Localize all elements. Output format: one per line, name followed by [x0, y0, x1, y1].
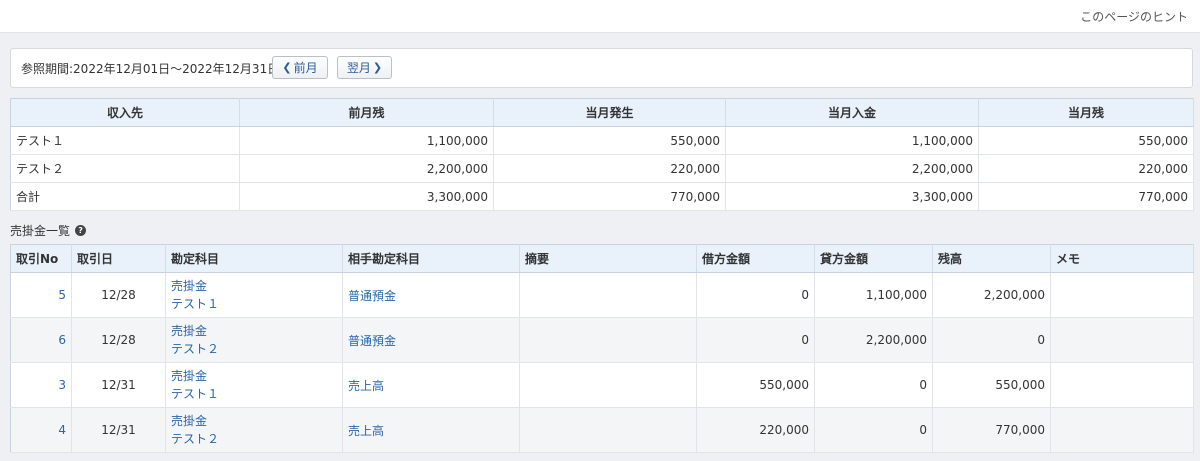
credit-amount: 0 — [814, 407, 933, 453]
summary-cell: 2,200,000 — [725, 154, 979, 183]
ledger-title: 売掛金一覧 — [10, 224, 71, 238]
transaction-no-link[interactable]: 4 — [58, 423, 66, 437]
chevron-left-icon: ❮ — [282, 61, 292, 74]
transaction-no-link[interactable]: 5 — [58, 288, 66, 302]
next-month-button[interactable]: 翌月 ❯ — [337, 56, 392, 79]
period-panel: 参照期間:2022年12月01日～2022年12月31日 ❮ 前月 翌月 ❯ — [10, 48, 1193, 88]
account-link[interactable]: 売掛金 — [171, 322, 337, 340]
transaction-no-link[interactable]: 3 — [58, 378, 66, 392]
column-header: 当月入金 — [725, 98, 979, 127]
debit-amount: 0 — [696, 272, 815, 318]
summary-cell: テスト１ — [10, 126, 240, 155]
ledger-header-row: 取引No 取引日 勘定科目 相手勘定科目 摘要 借方金額 貸方金額 残高 メモ — [10, 244, 1194, 273]
credit-amount: 1,100,000 — [814, 272, 933, 318]
summary-cell: 220,000 — [493, 154, 726, 183]
summary-cell: 550,000 — [493, 126, 726, 155]
ledger-table: 取引No 取引日 勘定科目 相手勘定科目 摘要 借方金額 貸方金額 残高 メモ … — [10, 244, 1194, 453]
balance-amount: 770,000 — [932, 407, 1051, 453]
account-link[interactable]: 売掛金 — [171, 277, 337, 295]
credit-amount: 2,200,000 — [814, 317, 933, 363]
column-header: 残高 — [932, 244, 1051, 273]
summary-cell: 3,300,000 — [239, 182, 494, 211]
description-cell — [519, 407, 697, 453]
sub-account-link[interactable]: テスト１ — [171, 295, 337, 313]
counter-account-link[interactable]: 普通預金 — [348, 334, 396, 348]
transaction-date: 12/31 — [71, 407, 166, 453]
memo-cell — [1050, 317, 1194, 363]
transaction-date: 12/28 — [71, 272, 166, 318]
counter-account-link[interactable]: 売上高 — [348, 379, 384, 393]
table-row: 4 12/31 売掛金 テスト２ 売上高 220,000 0 770,000 — [10, 407, 1194, 453]
credit-amount: 0 — [814, 362, 933, 408]
table-row: テスト１ 1,100,000 550,000 1,100,000 550,000 — [10, 126, 1194, 155]
page-hint-link[interactable]: このページのヒント — [1080, 8, 1188, 25]
question-circle-icon[interactable]: ? — [75, 225, 87, 236]
description-cell — [519, 317, 697, 363]
account-link[interactable]: 売掛金 — [171, 412, 337, 430]
memo-cell — [1050, 272, 1194, 318]
summary-header-row: 収入先 前月残 当月発生 当月入金 当月残 — [10, 98, 1194, 127]
column-header: 収入先 — [10, 98, 240, 127]
column-header: メモ — [1050, 244, 1194, 273]
column-header: 取引日 — [71, 244, 166, 273]
sub-account-link[interactable]: テスト２ — [171, 340, 337, 358]
counter-account-link[interactable]: 普通預金 — [348, 289, 396, 303]
table-row: テスト２ 2,200,000 220,000 2,200,000 220,000 — [10, 154, 1194, 183]
debit-amount: 220,000 — [696, 407, 815, 453]
total-row: 合計 3,300,000 770,000 3,300,000 770,000 — [10, 182, 1194, 211]
table-row: 3 12/31 売掛金 テスト１ 売上高 550,000 0 550,000 — [10, 362, 1194, 408]
top-bar: このページのヒント — [0, 0, 1200, 33]
column-header: 摘要 — [519, 244, 697, 273]
balance-amount: 550,000 — [932, 362, 1051, 408]
summary-cell: 770,000 — [978, 182, 1194, 211]
balance-amount: 2,200,000 — [932, 272, 1051, 318]
column-header: 相手勘定科目 — [342, 244, 520, 273]
debit-amount: 0 — [696, 317, 815, 363]
table-row: 5 12/28 売掛金 テスト１ 普通預金 0 1,100,000 2,200,… — [10, 272, 1194, 318]
description-cell — [519, 362, 697, 408]
summary-cell: 3,300,000 — [725, 182, 979, 211]
transaction-no-link[interactable]: 6 — [58, 333, 66, 347]
summary-cell: 1,100,000 — [239, 126, 494, 155]
next-month-label: 翌月 — [346, 61, 371, 75]
column-header: 当月残 — [978, 98, 1194, 127]
column-header: 貸方金額 — [814, 244, 933, 273]
debit-amount: 550,000 — [696, 362, 815, 408]
summary-cell: 770,000 — [493, 182, 726, 211]
transaction-date: 12/31 — [71, 362, 166, 408]
summary-cell: 220,000 — [978, 154, 1194, 183]
chevron-right-icon: ❯ — [372, 61, 383, 74]
ledger-section-title: 売掛金一覧 ? — [10, 222, 87, 239]
sub-account-link[interactable]: テスト１ — [171, 385, 337, 403]
summary-table: 収入先 前月残 当月発生 当月入金 当月残 テスト１ 1,100,000 550… — [10, 98, 1194, 211]
description-cell — [519, 272, 697, 318]
memo-cell — [1050, 362, 1194, 408]
period-label: 参照期間:2022年12月01日～2022年12月31日 — [21, 62, 280, 76]
prev-month-button[interactable]: ❮ 前月 — [272, 56, 328, 79]
column-header: 勘定科目 — [165, 244, 343, 273]
sub-account-link[interactable]: テスト２ — [171, 430, 337, 448]
summary-cell: 合計 — [10, 182, 240, 211]
memo-cell — [1050, 407, 1194, 453]
counter-account-link[interactable]: 売上高 — [348, 424, 384, 438]
column-header: 借方金額 — [696, 244, 815, 273]
summary-cell: 2,200,000 — [239, 154, 494, 183]
account-link[interactable]: 売掛金 — [171, 367, 337, 385]
summary-cell: テスト２ — [10, 154, 240, 183]
column-header: 当月発生 — [493, 98, 726, 127]
balance-amount: 0 — [932, 317, 1051, 363]
summary-cell: 550,000 — [978, 126, 1194, 155]
summary-cell: 1,100,000 — [725, 126, 979, 155]
table-row: 6 12/28 売掛金 テスト２ 普通預金 0 2,200,000 0 — [10, 317, 1194, 363]
column-header: 取引No — [10, 244, 72, 273]
transaction-date: 12/28 — [71, 317, 166, 363]
prev-month-label: 前月 — [293, 61, 318, 75]
column-header: 前月残 — [239, 98, 494, 127]
